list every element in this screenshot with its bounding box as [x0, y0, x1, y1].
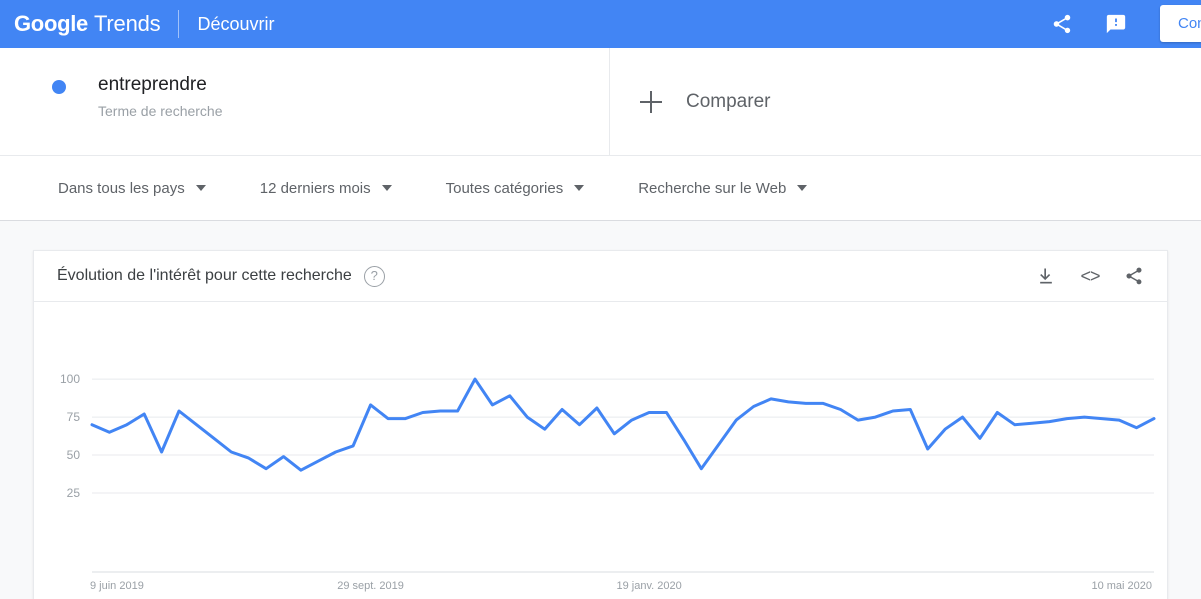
search-term-card[interactable]: entreprendre Terme de recherche: [0, 48, 610, 155]
brand-google-text: Google: [14, 11, 88, 36]
share-icon[interactable]: [1123, 265, 1145, 287]
search-term-text: entreprendre Terme de recherche: [98, 72, 223, 119]
feedback-icon[interactable]: [1103, 11, 1129, 37]
card-header: Évolution de l'intérêt pour cette recher…: [34, 251, 1167, 302]
chevron-down-icon: [381, 185, 392, 191]
add-comparison-button[interactable]: Comparer: [610, 48, 1201, 155]
search-term-value: entreprendre: [98, 74, 207, 95]
query-row: entreprendre Terme de recherche Comparer: [0, 48, 1201, 156]
embed-icon[interactable]: <>: [1079, 265, 1101, 287]
card-title: Évolution de l'intérêt pour cette recher…: [57, 267, 352, 284]
filter-bar: Dans tous les pays 12 derniers mois Tout…: [0, 156, 1201, 221]
interest-over-time-chart[interactable]: 100 75 50 25 9 juin 2019 29 sept. 2019 19 janv…: [34, 302, 1167, 599]
interest-over-time-card: Évolution de l'intérêt pour cette recher…: [33, 250, 1168, 599]
y-axis-tick-label: 75: [67, 410, 81, 424]
x-axis-tick-label: 10 mai 2020: [1091, 580, 1152, 592]
card-actions: <>: [1035, 265, 1145, 287]
signin-button[interactable]: Connexion: [1160, 5, 1201, 42]
embed-icon-glyph: <>: [1080, 265, 1100, 286]
x-axis-tick-label: 9 juin 2019: [90, 580, 144, 592]
top-app-bar: Google Trends Découvrir: [0, 0, 1201, 48]
filter-time-range-label: 12 derniers mois: [259, 179, 371, 197]
chevron-down-icon: [574, 185, 585, 191]
filter-category-label: Toutes catégories: [445, 179, 564, 197]
signin-button-label: Connexion: [1178, 15, 1201, 32]
x-axis-tick-label: 29 sept. 2019: [337, 580, 404, 592]
filter-search-type[interactable]: Recherche sur le Web: [638, 179, 808, 197]
filter-time-range[interactable]: 12 derniers mois: [260, 180, 392, 197]
filter-search-type-label: Recherche sur le Web: [638, 179, 787, 197]
filter-location[interactable]: Dans tous les pays: [58, 180, 206, 197]
filter-location-label: Dans tous les pays: [58, 179, 185, 197]
share-icon[interactable]: [1049, 11, 1075, 37]
add-comparison-label: Comparer: [686, 90, 771, 112]
series-color-dot: [52, 80, 66, 94]
filter-category[interactable]: Toutes catégories: [446, 180, 585, 197]
search-term-type: Terme de recherche: [98, 103, 223, 119]
brand-divider: [178, 10, 180, 38]
nav-discover[interactable]: Découvrir: [197, 14, 274, 35]
y-axis-tick-label: 50: [67, 448, 81, 462]
brand-trends-text: Trends: [93, 11, 161, 36]
help-icon[interactable]: ?: [363, 265, 385, 287]
chevron-down-icon: [195, 185, 206, 191]
brand-logo[interactable]: Google Trends: [0, 11, 161, 37]
chevron-down-icon: [797, 185, 808, 191]
chart-svg: 100 75 50 25 9 juin 2019 29 sept. 2019 19 janv…: [60, 372, 1156, 592]
y-axis-tick-label: 25: [67, 486, 81, 500]
y-axis-tick-label: 100: [60, 372, 80, 386]
x-axis-tick-label: 19 janv. 2020: [616, 580, 681, 592]
plus-icon: [640, 90, 662, 113]
trend-line: [90, 377, 1156, 472]
download-icon[interactable]: [1035, 265, 1057, 287]
